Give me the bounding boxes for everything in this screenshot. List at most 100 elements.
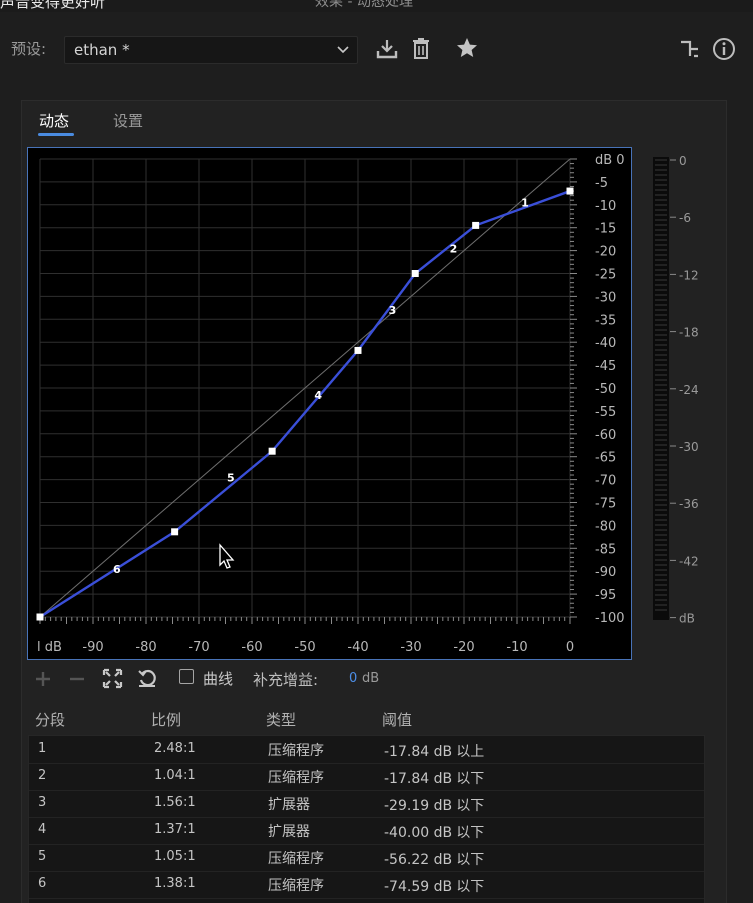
save-preset-icon[interactable] (375, 37, 399, 61)
column-header-type[interactable]: 类型 (266, 709, 296, 730)
threshold-cell[interactable]: -17.84 dB 以上 (384, 741, 484, 761)
segment-cell: 4 (38, 822, 47, 837)
y-axis-tick-label: -75 (595, 497, 616, 512)
segment-label: 3 (389, 304, 397, 317)
table-row[interactable]: 2 1.04:1 压缩程序 -17.84 dB 以下 (29, 763, 704, 791)
info-icon[interactable] (712, 37, 736, 61)
app-title: 声音变得更好听 (0, 0, 106, 11)
ratio-cell[interactable]: 1.37:1 (154, 822, 196, 837)
makeup-gain-value[interactable]: 0 (349, 671, 357, 686)
threshold-cell[interactable]: -74.59 dB 以下 (384, 876, 484, 896)
threshold-cell[interactable]: -17.84 dB 以下 (384, 768, 484, 788)
preset-dropdown[interactable]: ethan * (64, 36, 358, 64)
table-row[interactable]: 1 2.48:1 压缩程序 -17.84 dB 以上 (29, 736, 704, 764)
table-row[interactable]: 6 1.38:1 压缩程序 -74.59 dB 以下 (29, 871, 704, 899)
y-axis-tick-label: -35 (595, 313, 616, 328)
tab-dynamics[interactable]: 动态 (39, 110, 69, 131)
fit-icon[interactable] (102, 668, 123, 689)
segment-cell: 6 (38, 876, 47, 891)
makeup-gain-unit: dB (362, 671, 380, 686)
x-axis-tick-label: -90 (82, 640, 103, 655)
reset-icon[interactable] (137, 668, 158, 689)
preset-label: 预设: (11, 40, 47, 58)
segment-cell: 3 (38, 795, 47, 810)
x-axis-tick-label: l dB (37, 640, 62, 655)
meter-tick-label: -24 (679, 383, 699, 397)
y-axis-tick-label: -90 (595, 565, 616, 580)
y-axis-tick-label: -65 (595, 451, 616, 466)
column-header-ratio[interactable]: 比例 (151, 709, 181, 730)
plus-icon[interactable] (34, 670, 52, 688)
segments-table: 1 2.48:1 压缩程序 -17.84 dB 以上 2 1.04:1 压缩程序… (28, 735, 705, 903)
type-cell[interactable]: 压缩程序 (268, 848, 324, 868)
trash-icon[interactable] (409, 36, 433, 60)
control-point[interactable] (411, 270, 419, 277)
table-row[interactable]: 4 1.37:1 扩展器 -40.00 dB 以下 (29, 817, 704, 845)
column-header-threshold[interactable]: 阈值 (382, 709, 412, 730)
tab-settings[interactable]: 设置 (113, 110, 143, 131)
y-axis-tick-label: -40 (595, 336, 616, 351)
y-axis-tick-label: -5 (595, 176, 608, 191)
x-axis-tick-label: -40 (347, 640, 368, 655)
type-cell[interactable]: 压缩程序 (268, 740, 324, 760)
segment-label: 2 (450, 242, 458, 255)
x-axis-tick-label: -30 (400, 640, 421, 655)
ratio-cell[interactable]: 2.48:1 (154, 741, 196, 756)
x-axis-tick-label: -80 (135, 640, 156, 655)
segment-cell: 1 (38, 741, 47, 756)
y-axis-tick-label: -25 (595, 268, 616, 283)
segment-label: 5 (227, 471, 235, 484)
y-axis-tick-label: -70 (595, 474, 616, 489)
ratio-cell[interactable]: 1.56:1 (154, 795, 196, 810)
meter-tick-label: -12 (679, 268, 699, 282)
control-point[interactable] (268, 447, 276, 455)
curve-checkbox-label: 曲线 (203, 670, 234, 688)
makeup-gain-label: 补充增益: (253, 671, 319, 689)
meter-tick-label: -42 (679, 554, 699, 568)
meter-tick-label: -30 (679, 440, 699, 454)
threshold-cell[interactable]: -40.00 dB 以下 (384, 822, 484, 842)
column-header-segment[interactable]: 分段 (35, 709, 65, 730)
y-axis-tick-label: -20 (595, 245, 616, 260)
table-row[interactable]: 5 1.05:1 压缩程序 -56.22 dB 以下 (29, 844, 704, 872)
chevron-down-icon (337, 46, 349, 54)
control-point[interactable] (171, 528, 179, 536)
threshold-cell[interactable]: -56.22 dB 以下 (384, 849, 484, 869)
y-axis-tick-label: -10 (595, 199, 616, 214)
ratio-cell[interactable]: 1.38:1 (154, 876, 196, 891)
minus-icon[interactable] (68, 670, 86, 688)
segment-label: 4 (314, 389, 322, 402)
y-axis-tick-label: -100 (595, 611, 625, 626)
meter-tick-label: -18 (679, 326, 699, 340)
routing-icon[interactable] (678, 38, 702, 62)
segment-cell: 2 (38, 768, 47, 783)
control-point[interactable] (566, 187, 574, 195)
x-axis-tick-label: -50 (294, 640, 315, 655)
ratio-cell[interactable]: 1.04:1 (154, 768, 196, 783)
level-meter-scale: 0 -6 -12 -18 -24 -30 -36 -42 dB (655, 154, 699, 626)
y-axis-tick-label: -60 (595, 428, 616, 443)
type-cell[interactable]: 压缩程序 (268, 875, 324, 895)
meter-tick-label: dB (679, 612, 695, 626)
type-cell[interactable]: 压缩程序 (268, 767, 324, 787)
y-axis-tick-label: -30 (595, 290, 616, 305)
y-axis-tick-label: -15 (595, 222, 616, 237)
control-point[interactable] (472, 221, 480, 229)
type-cell[interactable]: 扩展器 (268, 821, 310, 841)
star-icon[interactable] (455, 36, 479, 60)
segment-label: 6 (113, 563, 121, 576)
active-tab-indicator (38, 133, 74, 136)
meter-tick-label: -6 (679, 211, 691, 225)
threshold-cell[interactable]: -29.19 dB 以下 (384, 795, 484, 815)
control-point[interactable] (36, 613, 44, 621)
curve-checkbox[interactable] (179, 669, 194, 684)
table-row[interactable]: 3 1.56:1 扩展器 -29.19 dB 以下 (29, 790, 704, 818)
y-axis-tick-label: -95 (595, 588, 616, 603)
x-axis-tick-label: 0 (566, 640, 574, 655)
ratio-cell[interactable]: 1.05:1 (154, 849, 196, 864)
y-axis-tick-label: -80 (595, 519, 616, 534)
control-point[interactable] (354, 346, 362, 354)
preset-value: ethan * (74, 41, 130, 59)
type-cell[interactable]: 扩展器 (268, 794, 310, 814)
dynamics-graph-plot[interactable]: 1 2 3 4 5 6 dB 0 -5 -10 -15 -20 -25 -30 -35 -40 -45 -50… (27, 147, 632, 660)
